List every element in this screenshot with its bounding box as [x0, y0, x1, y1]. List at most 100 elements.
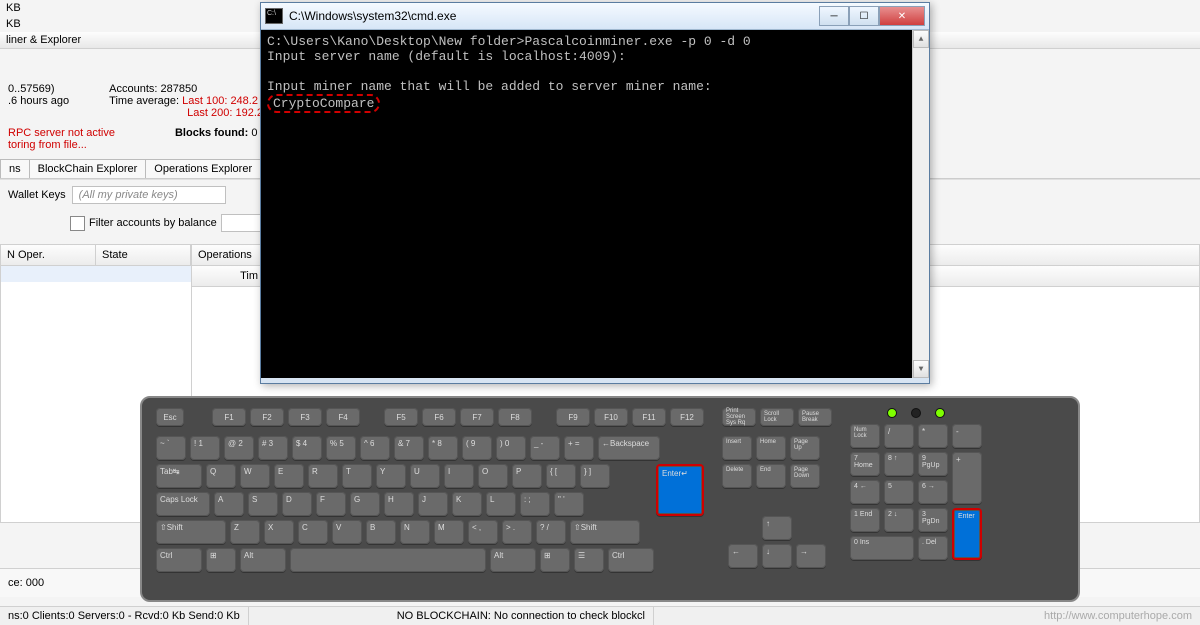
- tab[interactable]: Operations Explorer: [145, 159, 261, 178]
- key-enter-highlighted: Enter↵: [656, 464, 704, 516]
- key-7: & 7: [394, 436, 424, 460]
- accounts-value: 287850: [161, 83, 198, 95]
- key-b: B: [366, 520, 396, 544]
- key-p: P: [512, 464, 542, 488]
- key-o: O: [478, 464, 508, 488]
- filter-min-input[interactable]: [221, 214, 263, 232]
- key-pause: Pause Break: [798, 408, 832, 426]
- key-j: J: [418, 492, 448, 516]
- key-num8: 8 ↑: [884, 452, 914, 476]
- key-f8: F8: [498, 408, 532, 426]
- key-comma: < ,: [468, 520, 498, 544]
- key-num7: 7 Home: [850, 452, 880, 476]
- scroll-down-button[interactable]: ▼: [913, 360, 929, 378]
- key-num6: 6 →: [918, 480, 948, 504]
- key-4: $ 4: [292, 436, 322, 460]
- status-blockchain: NO BLOCKCHAIN: No connection to check bl…: [389, 607, 654, 625]
- key-capslock: Caps Lock: [156, 492, 210, 516]
- wallet-keys-dropdown[interactable]: (All my private keys): [72, 186, 226, 204]
- key-8: * 8: [428, 436, 458, 460]
- key-lwin: ⊞: [206, 548, 236, 572]
- blocks-found-value: 0: [251, 127, 257, 139]
- key-numplus: +: [952, 452, 982, 504]
- th-noper[interactable]: N Oper.: [1, 245, 96, 265]
- key-printscreen: Print Screen Sys Rq: [722, 408, 756, 426]
- key-e: E: [274, 464, 304, 488]
- key-q: Q: [206, 464, 236, 488]
- key-insert: Insert: [722, 436, 752, 460]
- key-a: A: [214, 492, 244, 516]
- key-f2: F2: [250, 408, 284, 426]
- key-period: > .: [502, 520, 532, 544]
- key-w: W: [240, 464, 270, 488]
- key-f9: F9: [556, 408, 590, 426]
- key-5: % 5: [326, 436, 356, 460]
- key-slash: ? /: [536, 520, 566, 544]
- key-tilde: ~ `: [156, 436, 186, 460]
- key-end: End: [756, 464, 786, 488]
- key-menu: ☰: [574, 548, 604, 572]
- key-f: F: [316, 492, 346, 516]
- cmd-scrollbar[interactable]: ▲ ▼: [912, 30, 929, 378]
- key-6: ^ 6: [360, 436, 390, 460]
- table-row[interactable]: [1, 266, 191, 282]
- key-z: Z: [230, 520, 260, 544]
- key-pageup: Page Up: [790, 436, 820, 460]
- key-home: Home: [756, 436, 786, 460]
- key-f4: F4: [326, 408, 360, 426]
- key-equals: + =: [564, 436, 594, 460]
- key-nummul: *: [918, 424, 948, 448]
- cmd-line: Input miner name that will be added to s…: [267, 79, 712, 94]
- key-r: R: [308, 464, 338, 488]
- key-l: L: [486, 492, 516, 516]
- key-esc: Esc: [156, 408, 184, 426]
- key-2: @ 2: [224, 436, 254, 460]
- key-h: H: [384, 492, 414, 516]
- cmd-body[interactable]: C:\Users\Kano\Desktop\New folder>Pascalc…: [261, 30, 929, 378]
- key-right: →: [796, 544, 826, 568]
- key-left: ←: [728, 544, 758, 568]
- th-state[interactable]: State: [96, 245, 191, 265]
- key-rwin: ⊞: [540, 548, 570, 572]
- key-rctrl: Ctrl: [608, 548, 654, 572]
- tab[interactable]: ns: [0, 159, 30, 178]
- th-operations[interactable]: Operations: [192, 245, 265, 265]
- key-d: D: [282, 492, 312, 516]
- key-k: K: [452, 492, 482, 516]
- tab[interactable]: BlockChain Explorer: [29, 159, 147, 178]
- key-num2: 2 ↓: [884, 508, 914, 532]
- key-s: S: [248, 492, 278, 516]
- close-button[interactable]: ✕: [879, 6, 925, 26]
- key-space: [290, 548, 486, 572]
- filter-checkbox[interactable]: [70, 216, 85, 231]
- accounts-label: Accounts:: [109, 83, 157, 95]
- key-3: # 3: [258, 436, 288, 460]
- minimize-button[interactable]: ─: [819, 6, 849, 26]
- status-bar: ns:0 Clients:0 Servers:0 - Rcvd:0 Kb Sen…: [0, 606, 1200, 625]
- key-v: V: [332, 520, 362, 544]
- maximize-button[interactable]: ☐: [849, 6, 879, 26]
- cmd-title: C:\Windows\system32\cmd.exe: [289, 9, 819, 23]
- key-f10: F10: [594, 408, 628, 426]
- key-num0: 0 Ins: [850, 536, 914, 560]
- status-connections: ns:0 Clients:0 Servers:0 - Rcvd:0 Kb Sen…: [0, 607, 249, 625]
- cmd-window[interactable]: C:\Windows\system32\cmd.exe ─ ☐ ✕ C:\Use…: [260, 2, 930, 384]
- cmd-titlebar[interactable]: C:\Windows\system32\cmd.exe ─ ☐ ✕: [261, 3, 929, 30]
- cmd-input-highlighted: CryptoCompare: [267, 94, 380, 113]
- rpc-error: RPC server not active: [8, 127, 115, 139]
- blocks-time: .6 hours ago: [8, 95, 69, 107]
- key-t: T: [342, 464, 372, 488]
- key-f11: F11: [632, 408, 666, 426]
- key-delete: Delete: [722, 464, 752, 488]
- key-numlock: Num Lock: [850, 424, 880, 448]
- cmd-icon: [265, 8, 283, 24]
- keyboard-lights: [850, 408, 982, 418]
- key-u: U: [410, 464, 440, 488]
- key-f12: F12: [670, 408, 704, 426]
- key-f1: F1: [212, 408, 246, 426]
- th-time[interactable]: Tim: [192, 266, 265, 286]
- scroll-up-button[interactable]: ▲: [913, 30, 929, 48]
- key-g: G: [350, 492, 380, 516]
- key-pagedown: Page Down: [790, 464, 820, 488]
- key-1: ! 1: [190, 436, 220, 460]
